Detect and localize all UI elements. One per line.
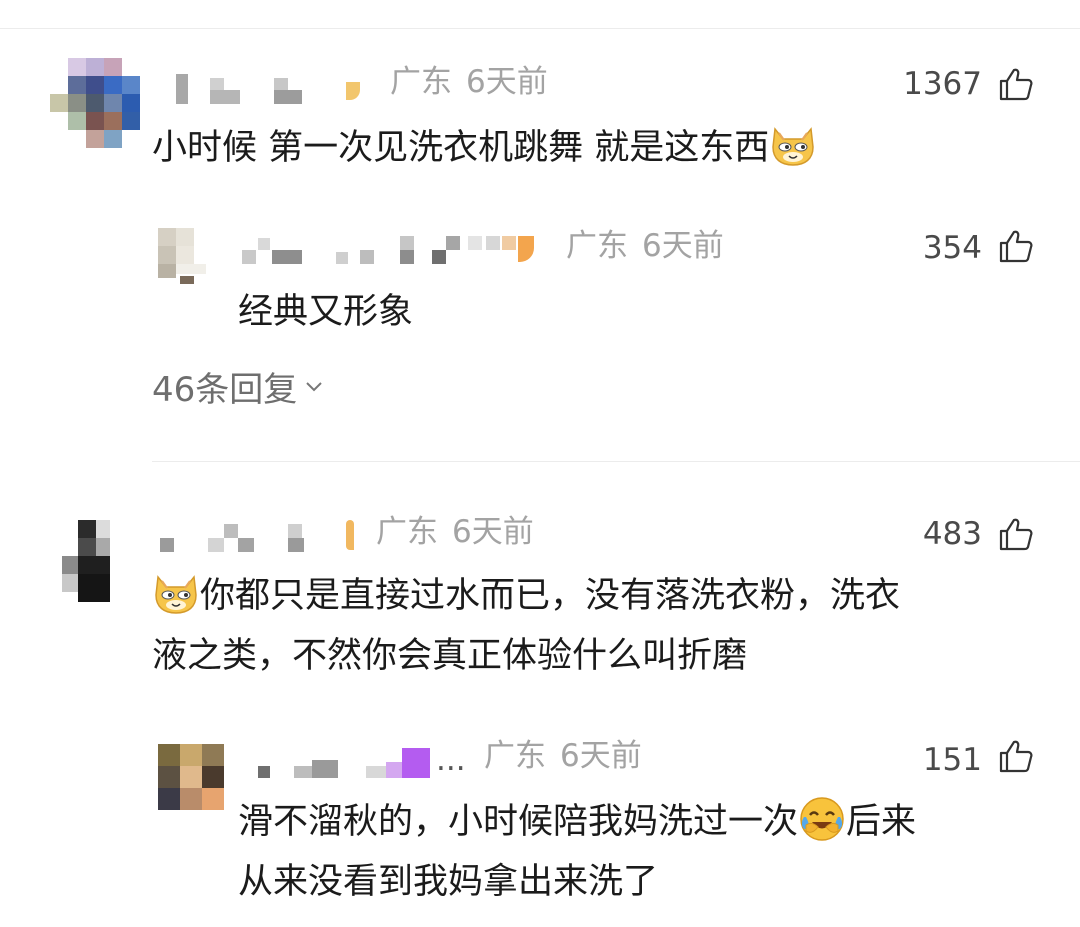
avatar[interactable]: [46, 58, 146, 154]
thumbs-up-icon[interactable]: [998, 66, 1034, 102]
like-count: 354: [922, 230, 982, 266]
location: 广东: [566, 228, 628, 264]
thumbs-up-icon[interactable]: [998, 738, 1034, 774]
comment-meta: 广东 6天前: [390, 62, 548, 102]
thumbs-up-icon[interactable]: [998, 516, 1034, 552]
location: 广东: [484, 738, 546, 774]
avatar[interactable]: [158, 228, 212, 292]
location: 广东: [376, 514, 438, 550]
location: 广东: [390, 64, 452, 100]
chevron-down-icon: [306, 382, 322, 392]
doge-cat-emoji: [772, 127, 815, 166]
timestamp: 6天前: [642, 228, 724, 264]
comment-text: 小时候 第一次见洗衣机跳舞 就是这东西: [152, 118, 1032, 178]
reply-text: 滑不溜秋的，小时候陪我妈洗过一次 后来 从来没看到我妈拿出来洗了: [238, 792, 1058, 912]
like-count: 1367: [903, 66, 982, 102]
comment-meta: 广东 6天前: [376, 512, 534, 552]
avatar[interactable]: [62, 520, 116, 604]
username[interactable]: [170, 64, 380, 104]
username[interactable]: [156, 512, 366, 552]
like-count: 483: [922, 516, 982, 552]
username[interactable]: ...: [254, 740, 478, 780]
comment-meta: 广东 6天前: [484, 736, 642, 776]
like-count: 151: [922, 742, 982, 778]
comment-text: 你都只是直接过水而已，没有落洗衣粉，洗衣 液之类，不然你会真正体验什么叫折磨: [152, 566, 1052, 686]
view-replies-button[interactable]: 46条回复: [152, 368, 325, 412]
comment-meta: 广东 6天前: [566, 226, 724, 266]
username-ellipsis: ...: [436, 742, 466, 778]
timestamp: 6天前: [466, 64, 548, 100]
comment-divider: [152, 461, 1080, 462]
doge-cat-emoji: [155, 575, 197, 614]
top-divider: [0, 28, 1080, 29]
avatar[interactable]: [158, 744, 224, 810]
thumbs-up-icon[interactable]: [998, 228, 1034, 264]
timestamp: 6天前: [560, 738, 642, 774]
timestamp: 6天前: [452, 514, 534, 550]
reply-text: 经典又形象: [238, 292, 414, 332]
laugh-cry-emoji: [800, 797, 844, 841]
username[interactable]: [240, 226, 560, 266]
